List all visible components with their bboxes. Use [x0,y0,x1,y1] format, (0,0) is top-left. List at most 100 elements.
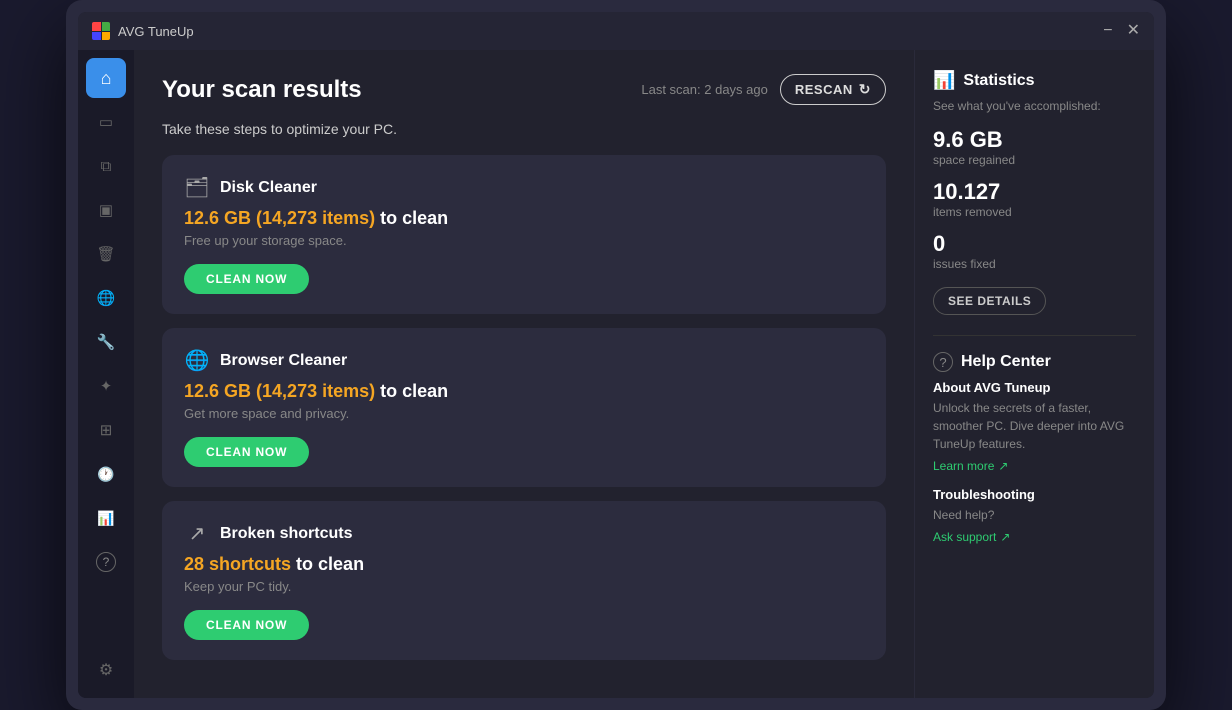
browser-cleaner-amount: 12.6 GB (14,273 items) to clean [184,381,864,402]
stack-icon: ⊞ [100,421,113,439]
disk-cleaner-header: 🗂 Disk Cleaner [184,175,864,200]
last-scan-label: Last scan: 2 days ago [641,82,767,97]
stat-space-regained: 9.6 GB space regained [933,127,1136,167]
help-troubleshoot-desc: Need help? [933,506,1136,524]
disk-cleaner-title: Disk Cleaner [220,179,317,197]
help-item-troubleshooting: Troubleshooting Need help? Ask support ↗ [933,487,1136,544]
wrench-icon: 🔧 [97,333,116,351]
laptop-shell: AVG TuneUp − ✕ ⌂ ▭ ⧉ ▣ [66,0,1166,710]
page-header: Your scan results Last scan: 2 days ago … [162,74,886,105]
minimize-button[interactable]: − [1103,23,1112,39]
broken-shortcuts-clean-button[interactable]: CLEAN NOW [184,610,309,640]
history-icon: 🕐 [97,466,114,483]
browser-cleaner-highlight: 12.6 GB (14,273 items) [184,381,375,401]
broken-shortcuts-card: ↗ Broken shortcuts 28 shortcuts to clean… [162,501,886,660]
page-subtitle: Take these steps to optimize your PC. [162,121,886,137]
browser-cleaner-icon: 🌐 [184,348,210,373]
settings-icon: ⚙ [99,660,113,680]
sidebar-item-wrench[interactable]: 🔧 [86,322,126,362]
sidebar-item-stack[interactable]: ⊞ [86,410,126,450]
rescan-button[interactable]: RESCAN ↻ [780,74,886,105]
stat-items-removed: 10.127 items removed [933,179,1136,219]
titlebar: AVG TuneUp − ✕ [78,12,1154,50]
ask-support-icon: ↗ [1000,530,1010,544]
see-details-button[interactable]: SEE DETAILS [933,287,1046,315]
panel-divider [933,335,1136,336]
statistics-subtitle: See what you've accomplished: [933,99,1136,113]
disk-cleaner-suffix: to clean [375,208,448,228]
app-body: ⌂ ▭ ⧉ ▣ 🗑 🌐 🔧 [78,50,1154,698]
logo-q2 [102,22,111,31]
sidebar-item-trash[interactable]: 🗑 [86,234,126,274]
broken-shortcuts-icon: ↗ [184,521,210,546]
help-item-about: About AVG Tuneup Unlock the secrets of a… [933,380,1136,473]
stats-icon: 📊 [97,510,114,527]
help-icon: ? [96,552,116,572]
avg-logo [92,22,110,40]
browser-cleaner-suffix: to clean [375,381,448,401]
rescan-label: RESCAN [795,82,853,97]
stat-space-value: 9.6 GB [933,127,1136,153]
help-about-title: About AVG Tuneup [933,380,1136,395]
broken-shortcuts-header: ↗ Broken shortcuts [184,521,864,546]
browser-cleaner-title: Browser Cleaner [220,352,347,370]
browser-cleaner-header: 🌐 Browser Cleaner [184,348,864,373]
sidebar: ⌂ ▭ ⧉ ▣ 🗑 🌐 🔧 [78,50,134,698]
disk-cleaner-card: 🗂 Disk Cleaner 12.6 GB (14,273 items) to… [162,155,886,314]
statistics-title: Statistics [963,72,1034,90]
disk-cleaner-clean-button[interactable]: CLEAN NOW [184,264,309,294]
stat-items-label: items removed [933,205,1136,219]
help-center-header: ? Help Center [933,352,1136,372]
header-right: Last scan: 2 days ago RESCAN ↻ [641,74,886,105]
layers-icon: ⧉ [101,158,112,175]
sidebar-item-home[interactable]: ⌂ [86,58,126,98]
stat-space-label: space regained [933,153,1136,167]
stat-issues-fixed: 0 issues fixed [933,231,1136,271]
stat-issues-value: 0 [933,231,1136,257]
browser-cleaner-clean-button[interactable]: CLEAN NOW [184,437,309,467]
disk-cleaner-highlight: 12.6 GB (14,273 items) [184,208,375,228]
broken-shortcuts-amount: 28 shortcuts to clean [184,554,864,575]
right-panel: 📊 Statistics See what you've accomplishe… [914,50,1154,698]
sidebar-item-settings[interactable]: ⚙ [86,650,126,690]
help-about-desc: Unlock the secrets of a faster, smoother… [933,399,1136,453]
learn-more-icon: ↗ [998,459,1008,473]
sidebar-item-stats[interactable]: 📊 [86,498,126,538]
cpu-icon: ▣ [99,201,113,219]
statistics-section: 📊 Statistics See what you've accomplishe… [933,70,1136,315]
stat-issues-label: issues fixed [933,257,1136,271]
close-button[interactable]: ✕ [1127,23,1140,39]
sidebar-item-laptop[interactable]: ▭ [86,102,126,142]
disk-cleaner-amount: 12.6 GB (14,273 items) to clean [184,208,864,229]
broken-shortcuts-suffix: to clean [291,554,364,574]
browser-cleaner-card: 🌐 Browser Cleaner 12.6 GB (14,273 items)… [162,328,886,487]
learn-more-label: Learn more [933,459,994,473]
ask-support-link[interactable]: Ask support ↗ [933,530,1136,544]
sidebar-item-clean[interactable]: ✦ [86,366,126,406]
titlebar-controls: − ✕ [1103,23,1140,39]
sidebar-item-help[interactable]: ? [86,542,126,582]
broken-shortcuts-title: Broken shortcuts [220,525,352,543]
globe-icon: 🌐 [97,289,116,307]
help-center-section: ? Help Center About AVG Tuneup Unlock th… [933,352,1136,544]
sidebar-item-history[interactable]: 🕐 [86,454,126,494]
rescan-icon: ↻ [859,81,871,98]
home-icon: ⌂ [101,68,112,89]
trash-icon: 🗑 [96,245,115,263]
ask-support-label: Ask support [933,530,996,544]
sidebar-bottom: ⚙ [86,650,126,690]
main-content: Your scan results Last scan: 2 days ago … [134,50,914,698]
app-title: AVG TuneUp [118,24,194,39]
logo-q1 [92,22,101,31]
help-center-title: Help Center [961,353,1051,371]
sidebar-item-layers[interactable]: ⧉ [86,146,126,186]
sidebar-item-cpu[interactable]: ▣ [86,190,126,230]
disk-cleaner-icon: 🗂 [184,175,210,200]
help-center-icon: ? [933,352,953,372]
logo-q4 [102,32,111,41]
sidebar-item-globe[interactable]: 🌐 [86,278,126,318]
disk-cleaner-desc: Free up your storage space. [184,233,864,248]
browser-cleaner-desc: Get more space and privacy. [184,406,864,421]
learn-more-link[interactable]: Learn more ↗ [933,459,1136,473]
titlebar-left: AVG TuneUp [92,22,194,40]
